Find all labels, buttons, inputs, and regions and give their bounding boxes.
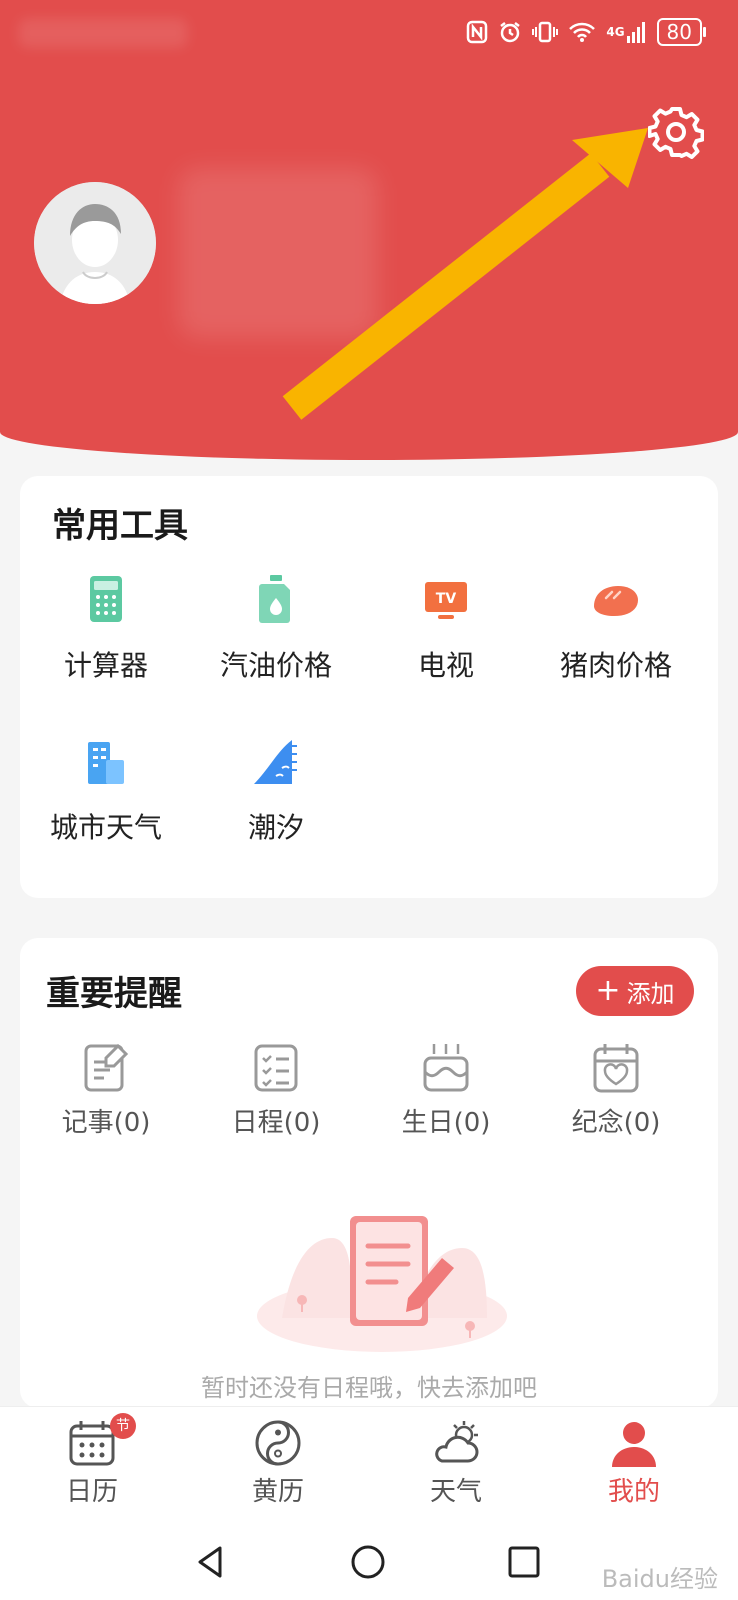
reminder-label: 生日(0) xyxy=(401,1108,491,1138)
svg-text:TV: TV xyxy=(436,591,457,607)
gas-can-icon xyxy=(259,575,290,623)
tool-label: 计算器 xyxy=(63,649,148,682)
empty-schedule-illustration xyxy=(257,1216,507,1352)
recents-square-icon[interactable] xyxy=(502,1540,546,1584)
tool-tv[interactable]: TV 电视 xyxy=(366,572,526,684)
tool-pork-price[interactable]: 猪肉价格 xyxy=(536,572,696,684)
calculator-icon xyxy=(90,576,122,622)
tool-label: 城市天气 xyxy=(49,811,162,844)
tool-label: 汽油价格 xyxy=(219,649,332,682)
avatar[interactable] xyxy=(34,182,156,304)
tool-label: 猪肉价格 xyxy=(559,649,672,682)
tab-calendar[interactable]: 节 日历 xyxy=(32,1413,152,1508)
reminder-label: 记事(0) xyxy=(61,1108,151,1138)
tab-label: 天气 xyxy=(429,1477,482,1507)
tool-label: 电视 xyxy=(417,649,474,682)
tide-icon xyxy=(254,740,297,784)
city-weather-icon xyxy=(88,742,124,784)
meat-icon xyxy=(594,586,638,616)
status-bar: 4G 80 xyxy=(466,18,707,46)
settings-gear-icon[interactable] xyxy=(647,104,705,160)
blurred-app-title xyxy=(18,18,188,48)
plus-icon: + xyxy=(595,973,621,1008)
tools-title: 常用工具 xyxy=(52,506,188,546)
reminder-anniversary[interactable]: 纪念(0) xyxy=(536,1040,696,1139)
tool-label: 潮汐 xyxy=(247,811,304,844)
tab-label: 日历 xyxy=(65,1477,118,1507)
birthday-cake-icon xyxy=(423,1044,469,1092)
battery-indicator: 80 xyxy=(656,18,707,46)
alarm-icon xyxy=(498,20,522,44)
tab-label: 黄历 xyxy=(251,1477,304,1507)
reminder-birthday[interactable]: 生日(0) xyxy=(366,1040,526,1139)
tab-label: 我的 xyxy=(607,1477,660,1507)
tool-city-weather[interactable]: 城市天气 xyxy=(26,734,186,846)
home-circle-icon[interactable] xyxy=(346,1540,390,1584)
profile-icon xyxy=(612,1422,656,1467)
yin-yang-icon xyxy=(255,1420,301,1466)
nfc-icon xyxy=(466,20,488,44)
weather-icon xyxy=(435,1421,479,1463)
tab-almanac[interactable]: 黄历 xyxy=(218,1417,338,1508)
network-type: 4G xyxy=(606,25,625,39)
tool-gas-price[interactable]: 汽油价格 xyxy=(196,572,356,684)
add-reminder-button[interactable]: + 添加 xyxy=(576,966,694,1016)
vibrate-icon xyxy=(532,20,559,44)
note-icon xyxy=(84,1043,129,1092)
cellular-signal-icon: 4G xyxy=(606,21,646,43)
reminders-title: 重要提醒 xyxy=(46,974,182,1014)
add-label: 添加 xyxy=(626,979,675,1008)
schedule-icon xyxy=(254,1044,298,1092)
festival-badge: 节 xyxy=(110,1413,136,1439)
blurred-username xyxy=(178,168,378,338)
tab-weather[interactable]: 天气 xyxy=(396,1417,516,1508)
profile-header: 4G 80 xyxy=(0,0,738,460)
reminder-label: 纪念(0) xyxy=(571,1108,661,1138)
bottom-tab-bar: 节 日历 黄历 天气 我的 xyxy=(0,1406,738,1525)
tool-tide[interactable]: 潮汐 xyxy=(196,734,356,846)
reminder-notes[interactable]: 记事(0) xyxy=(26,1040,186,1139)
system-navigation-bar: Baidu经验 xyxy=(0,1524,738,1600)
default-avatar-icon xyxy=(34,182,156,304)
tool-calculator[interactable]: 计算器 xyxy=(26,572,186,684)
back-triangle-icon[interactable] xyxy=(190,1540,234,1584)
common-tools-card: 常用工具 计算器 汽油价格 TV 电视 猪肉价格 城市天气 潮汐 xyxy=(20,476,718,898)
reminder-schedule[interactable]: 日程(0) xyxy=(196,1040,356,1139)
tab-profile[interactable]: 我的 xyxy=(574,1417,694,1508)
wifi-icon xyxy=(568,21,596,43)
reminder-label: 日程(0) xyxy=(231,1108,321,1138)
watermark: Baidu经验 xyxy=(601,1565,718,1593)
tv-icon: TV xyxy=(425,582,467,619)
important-reminders-card: 重要提醒 + 添加 记事(0) 日程(0) 生日(0) 纪念(0) 暂时还没有日… xyxy=(20,938,718,1408)
anniversary-icon xyxy=(593,1044,639,1093)
empty-schedule-text: 暂时还没有日程哦，快去添加吧 xyxy=(201,1374,537,1402)
